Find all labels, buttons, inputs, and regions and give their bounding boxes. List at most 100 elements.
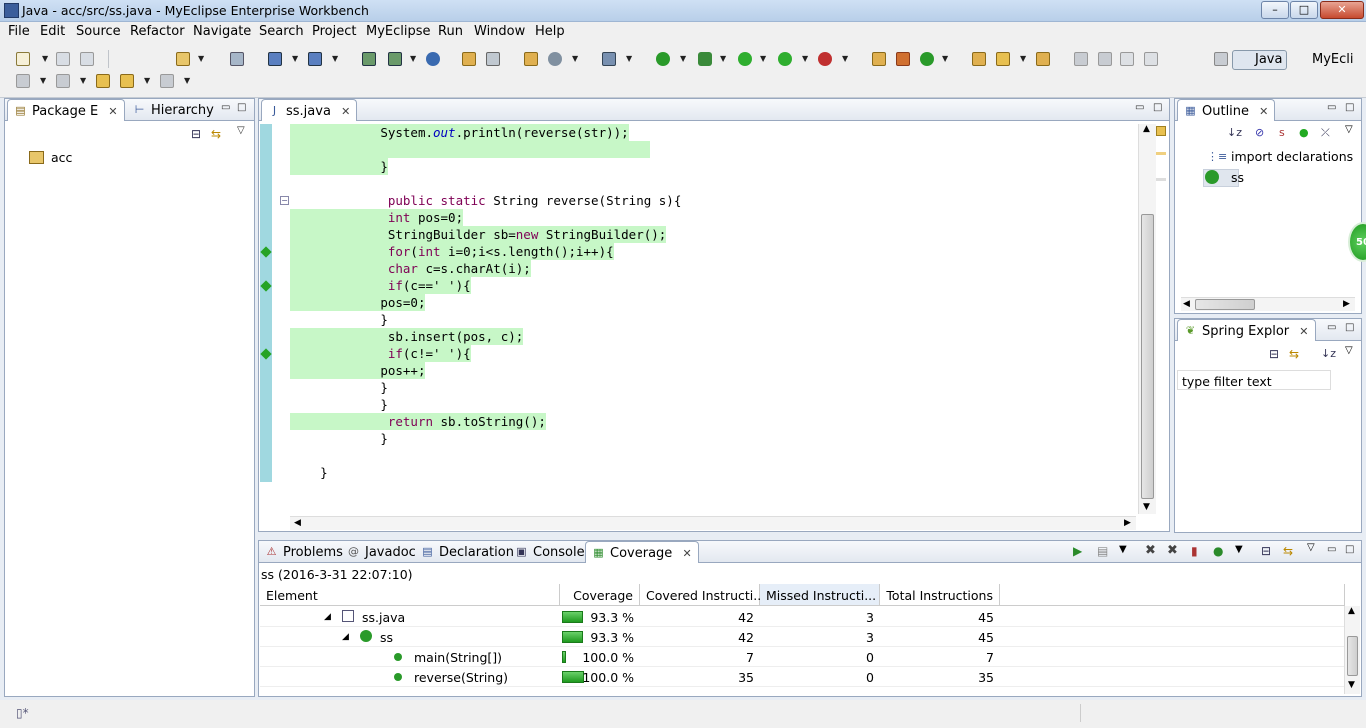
tab-declaration[interactable]: ▤ Declaration [415,541,520,563]
run-icon[interactable] [738,52,752,66]
close-icon[interactable]: ✕ [341,105,350,118]
coverage-row[interactable]: reverse(String) 100.0 % 35 0 35 [260,667,1345,687]
annotation-icon[interactable] [16,74,30,88]
menu-run[interactable]: Run [438,24,463,39]
coverage-scroll-thumb[interactable] [1347,636,1358,676]
column-coverage[interactable]: Coverage [560,584,640,606]
debug-icon[interactable] [698,52,712,66]
fold-toggle-icon[interactable]: − [280,196,289,205]
remove-session-icon[interactable]: ✖ [1145,543,1156,558]
outline-scroll-thumb[interactable] [1195,299,1255,310]
menu-help[interactable]: Help [535,24,565,39]
dropdown-arrow-icon[interactable]: ▼ [942,55,948,63]
print-icon[interactable] [80,52,94,66]
coverage-vertical-scrollbar[interactable]: ▲ ▼ [1344,606,1360,694]
dump-icon[interactable]: ● [1213,544,1223,558]
perspective-java[interactable]: Java [1232,50,1288,70]
tab-outline[interactable]: ▦ Outline ✕ [1177,99,1276,121]
overview-marker[interactable] [1156,178,1166,181]
dropdown-arrow-icon[interactable]: ▼ [1235,544,1243,555]
close-button[interactable]: ✕ [1320,1,1364,19]
hide-local-types-icon[interactable]: ⤫ [1321,126,1330,140]
close-icon[interactable]: ✕ [1299,325,1308,338]
dropdown-arrow-icon[interactable]: ▼ [1119,544,1127,555]
tab-package-explorer[interactable]: ▤ Package E ✕ [7,99,125,121]
code-line[interactable]: System.out.println(reverse(str)); [290,124,629,141]
link-editor-icon[interactable]: ⇆ [1283,544,1293,558]
minimize-view-icon[interactable]: ▭ [1327,102,1336,113]
menu-edit[interactable]: Edit [40,24,65,39]
filter-text-field[interactable]: type filter text [1177,370,1331,390]
export-icon[interactable] [486,52,500,66]
hide-nonpublic-icon[interactable]: ● [1299,126,1309,139]
sort-icon[interactable]: ↓z [1321,347,1336,360]
profile-icon[interactable] [818,52,832,66]
dropdown-arrow-icon[interactable]: ▼ [410,55,416,63]
dropdown-arrow-icon[interactable]: ▼ [802,55,808,63]
folder-open-icon[interactable] [462,52,476,66]
expand-icon[interactable]: ◢ [324,612,331,622]
open-perspective-icon[interactable] [1214,52,1228,66]
link-editor-icon[interactable]: ⇆ [211,127,221,141]
scroll-right-icon[interactable]: ▶ [1124,518,1131,528]
scroll-left-icon[interactable]: ◀ [1183,299,1190,309]
fast-view-icon[interactable]: ▯* [16,706,29,720]
back-icon[interactable] [120,74,134,88]
open-type-icon[interactable] [176,52,190,66]
code-line[interactable]: } [290,158,388,175]
outline-horizontal-scrollbar[interactable]: ◀ ▶ [1181,297,1355,311]
dropdown-arrow-icon[interactable]: ▼ [144,77,150,85]
dropdown-arrow-icon[interactable]: ▼ [1020,55,1026,63]
code-line[interactable]: } [290,379,388,396]
new-package-icon[interactable] [896,52,910,66]
code-line[interactable]: sb.insert(pos, c); [290,328,524,345]
coverage-row[interactable]: main(String[]) 100.0 % 7 0 7 [260,647,1345,667]
dropdown-arrow-icon[interactable]: ▼ [292,55,298,63]
maximize-button[interactable]: □ [1290,1,1318,19]
tab-ss-java[interactable]: J ss.java ✕ [261,99,358,121]
code-line[interactable]: int pos=0; [290,209,464,226]
server-icon[interactable] [230,52,244,66]
code-line[interactable]: return sb.toString(); [290,413,546,430]
web-icon[interactable] [548,52,562,66]
view-menu-icon[interactable]: ▽ [1345,124,1353,135]
coverage-row[interactable]: ◢ ss 93.3 % 42 3 45 [260,627,1345,647]
collapse-all-icon[interactable]: ⊟ [1261,544,1271,558]
coverage-run-icon[interactable] [656,52,670,66]
minimize-view-icon[interactable]: ▭ [1327,322,1336,333]
close-icon[interactable]: ✕ [1259,105,1268,118]
menu-file[interactable]: File [8,24,30,39]
run-external-icon[interactable] [778,52,792,66]
view-menu-icon[interactable]: ▽ [237,125,245,136]
code-line[interactable]: pos=0; [290,294,426,311]
scroll-left-icon[interactable]: ◀ [294,518,301,528]
maximize-view-icon[interactable]: □ [237,102,246,113]
view-menu-icon[interactable]: ▽ [1345,345,1353,356]
menu-project[interactable]: Project [312,24,356,39]
view-menu-icon[interactable]: ▽ [1307,542,1315,553]
column-total[interactable]: Total Instructions [880,584,1000,606]
sort-icon[interactable]: ↓z [1227,126,1242,139]
sessions-icon[interactable]: ▤ [1097,544,1108,558]
forward-icon[interactable] [160,74,174,88]
column-missed[interactable]: Missed Instructi... [760,584,880,606]
new-icon[interactable] [16,52,30,66]
expand-icon[interactable]: ◢ [342,632,349,642]
menu-window[interactable]: Window [474,24,525,39]
code-line[interactable]: } [290,464,328,481]
pen-icon[interactable] [996,52,1010,66]
editor-horizontal-scrollbar[interactable]: ◀ ▶ [290,516,1136,530]
dropdown-arrow-icon[interactable]: ▼ [720,55,726,63]
overview-marker[interactable] [1156,152,1166,155]
pin-icon[interactable] [1074,52,1088,66]
collapse-all-icon[interactable]: ⊟ [191,127,201,141]
open-folder-icon[interactable] [972,52,986,66]
collapse-all-icon[interactable]: ⊟ [1269,347,1279,361]
dropdown-arrow-icon[interactable]: ▼ [198,55,204,63]
dropdown-arrow-icon[interactable]: ▼ [760,55,766,63]
tab-spring-explorer[interactable]: ❦ Spring Explor ✕ [1177,319,1316,341]
relaunch-icon[interactable]: ▶ [1073,544,1082,558]
menu-source[interactable]: Source [76,24,121,39]
overview-warning-icon[interactable] [1156,126,1166,136]
dropdown-arrow-icon[interactable]: ▼ [572,55,578,63]
